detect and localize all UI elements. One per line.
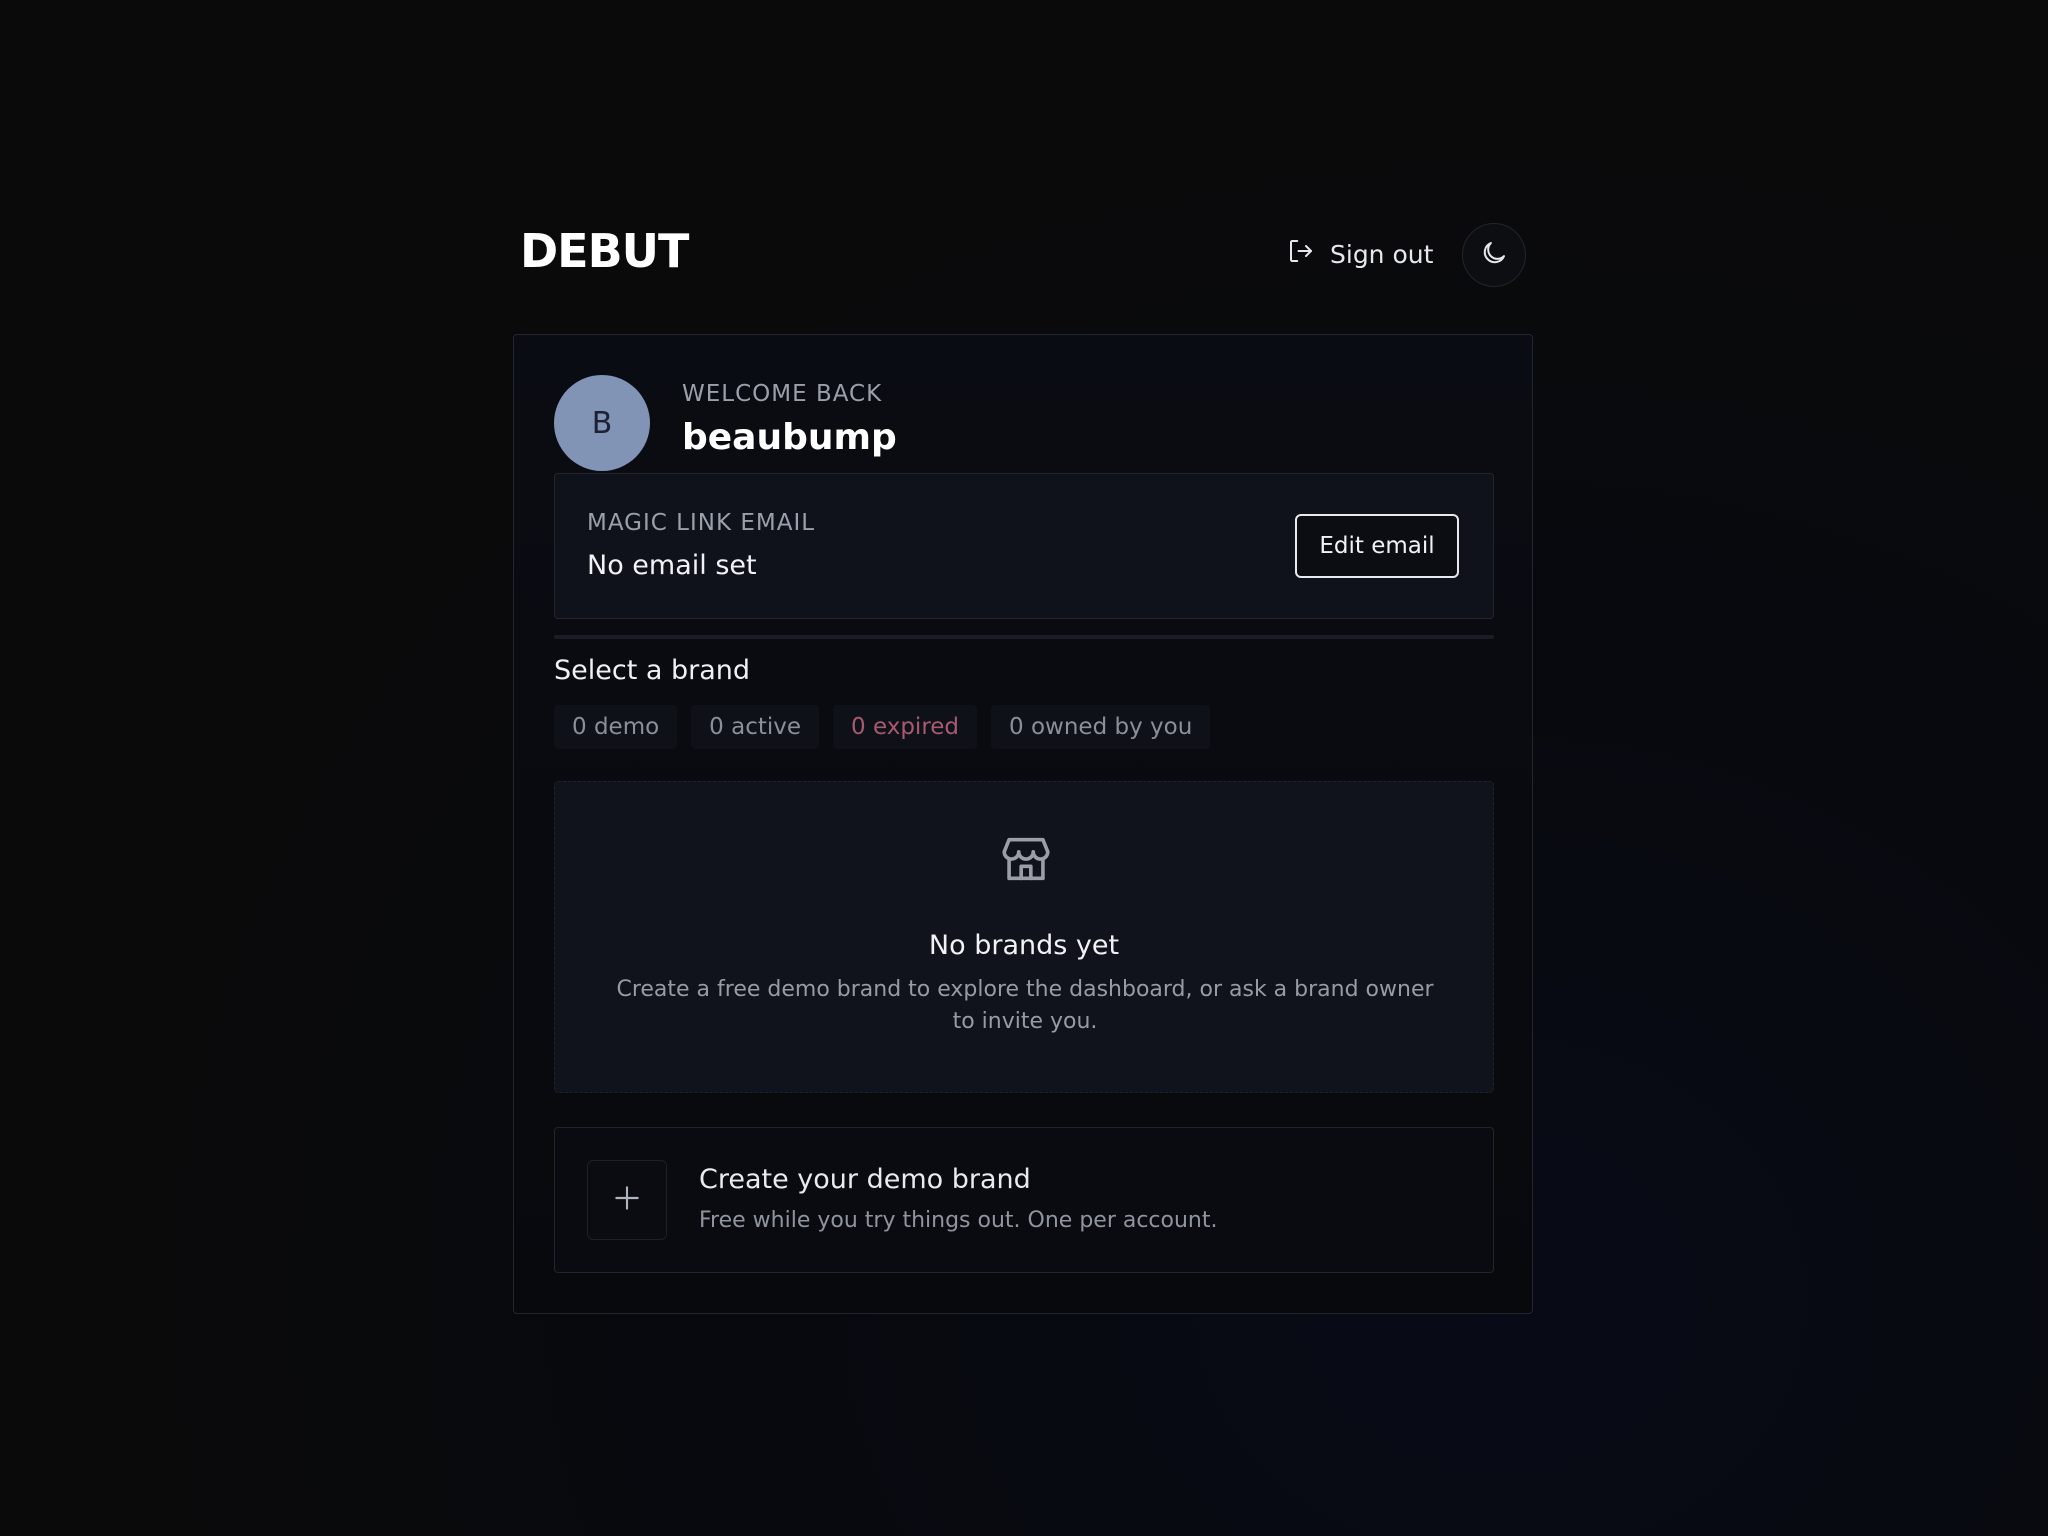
divider [554, 635, 1494, 639]
filter-active[interactable]: 0 active [691, 705, 820, 749]
filter-owned-by-you[interactable]: 0 owned by you [991, 705, 1211, 749]
sign-out-label: Sign out [1330, 239, 1434, 269]
empty-state-description: Create a free demo brand to explore the … [616, 977, 1434, 1034]
username: beaubump [682, 417, 897, 458]
filter-demo[interactable]: 0 demo [554, 705, 678, 749]
empty-state-title: No brands yet [928, 930, 1120, 961]
avatar-initial: B [591, 405, 613, 441]
theme-toggle-button[interactable] [1462, 223, 1526, 287]
moon-icon [1479, 238, 1509, 272]
sign-out-button[interactable]: Sign out [1286, 234, 1433, 274]
brand-filter-pills: 0 demo 0 active 0 expired 0 owned by you [554, 705, 1211, 749]
welcome-label: WELCOME BACK [682, 381, 883, 407]
plus-button-box [587, 1160, 667, 1240]
magic-link-email-panel: MAGIC LINK EMAIL No email set Edit email [554, 473, 1494, 619]
email-label: MAGIC LINK EMAIL [587, 510, 816, 536]
filter-expired[interactable]: 0 expired [833, 705, 978, 749]
create-demo-brand-button[interactable]: Create your demo brand Free while you tr… [554, 1127, 1494, 1273]
create-demo-brand-description: Free while you try things out. One per a… [699, 1208, 1218, 1233]
email-value: No email set [587, 550, 757, 581]
avatar: B [554, 375, 650, 471]
store-icon [997, 830, 1055, 888]
sign-out-icon [1286, 236, 1316, 272]
select-brand-title: Select a brand [554, 655, 751, 686]
top-header: DEBUT Sign out [520, 220, 1530, 290]
plus-icon [611, 1182, 643, 1218]
edit-email-button[interactable]: Edit email [1295, 514, 1459, 578]
dashboard-card: B WELCOME BACK beaubump MAGIC LINK EMAIL… [513, 334, 1533, 1314]
app-logo[interactable]: DEBUT [520, 224, 689, 278]
create-demo-brand-title: Create your demo brand [699, 1164, 1031, 1195]
no-brands-empty-state: No brands yet Create a free demo brand t… [554, 781, 1494, 1093]
